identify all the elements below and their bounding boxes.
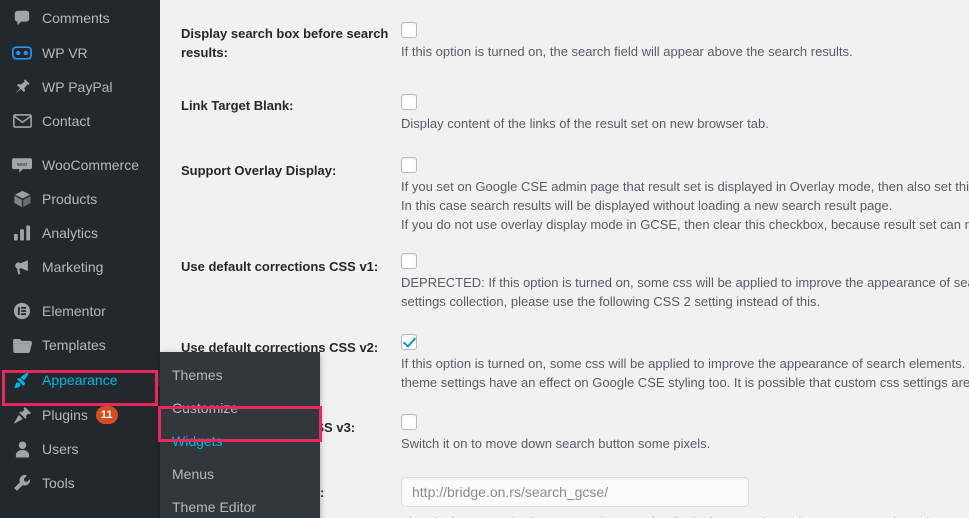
setting-description: Display content of the links of the resu… xyxy=(401,115,969,134)
setting-field: If you set on Google CSE admin page that… xyxy=(401,157,969,235)
setting-description: If this option is turned on, some css wi… xyxy=(401,355,969,393)
paintbrush-icon xyxy=(10,370,34,390)
sidebar-item-label: Appearance xyxy=(42,372,118,388)
submenu-item-widgets[interactable]: Widgets xyxy=(160,425,320,458)
submenu-item-customize[interactable]: Customize xyxy=(160,392,320,425)
desc-line: If you set on Google CSE admin page that… xyxy=(401,179,969,194)
bar-chart-icon xyxy=(10,223,34,243)
sidebar-item-marketing[interactable]: Marketing xyxy=(0,250,160,284)
setting-label: Use default corrections CSS v1: xyxy=(181,259,379,274)
setting-description: The plugin automatically generated a pag… xyxy=(401,514,969,518)
sidebar-item-comments[interactable]: Comments xyxy=(0,0,160,36)
sidebar-item-label: WooCommerce xyxy=(42,157,139,173)
megaphone-icon xyxy=(10,257,34,277)
sidebar-separator xyxy=(0,138,160,148)
desc-line: The plugin automatically generated a pag… xyxy=(401,514,969,518)
setting-label: Display search box before search results… xyxy=(181,26,389,60)
sidebar-item-tools[interactable]: Tools xyxy=(0,466,160,500)
sidebar-item-wp-vr[interactable]: WP VR xyxy=(0,36,160,70)
sidebar-item-label: WP PayPal xyxy=(42,79,113,95)
sidebar-item-label: Analytics xyxy=(42,225,99,241)
submenu-item-label: Customize xyxy=(172,400,239,416)
sidebar-item-plugins[interactable]: Plugins 11 xyxy=(0,398,160,432)
sidebar-item-contact[interactable]: Contact xyxy=(0,104,160,138)
user-icon xyxy=(10,439,34,459)
submenu-item-menus[interactable]: Menus xyxy=(160,458,320,491)
svg-text:woo: woo xyxy=(16,161,27,167)
envelope-icon xyxy=(10,111,34,131)
setting-label: Link Target Blank: xyxy=(181,98,294,113)
sidebar-item-wp-paypal[interactable]: WP PayPal xyxy=(0,70,160,104)
checkbox-css-v2[interactable] xyxy=(401,334,417,350)
sidebar-item-label: Products xyxy=(42,191,98,207)
comments-icon xyxy=(10,8,34,28)
sidebar-item-woocommerce[interactable]: woo WooCommerce xyxy=(0,148,160,182)
submenu-item-themes[interactable]: Themes xyxy=(160,359,320,392)
sidebar-item-label: WP VR xyxy=(42,45,88,61)
sidebar-item-elementor[interactable]: Elementor xyxy=(0,294,160,328)
desc-line: theme settings have an effect on Google … xyxy=(401,374,969,390)
wordpress-admin-screen: Display search box before search results… xyxy=(0,0,969,518)
folder-icon xyxy=(10,335,34,355)
setting-description: Switch it on to move down search button … xyxy=(401,435,969,454)
submenu-item-label: Menus xyxy=(172,466,215,482)
setting-field: DEPRECTED: If this option is turned on, … xyxy=(401,253,969,312)
submenu-item-label: Theme Editor xyxy=(172,499,257,515)
search-results-page-url-input[interactable] xyxy=(401,477,749,507)
sidebar-item-label: Users xyxy=(42,441,79,457)
appearance-submenu-flyout: Themes Customize Widgets Menus Theme Edi… xyxy=(160,352,320,518)
sidebar-item-label: Elementor xyxy=(42,303,106,319)
sidebar-item-label: Templates xyxy=(42,337,106,353)
admin-sidebar: Comments WP VR WP PayPal Contact woo Woo… xyxy=(0,0,161,518)
sidebar-item-label: Comments xyxy=(42,10,110,26)
sidebar-item-label: Plugins xyxy=(42,407,88,423)
desc-line: Switch it on to move down search button … xyxy=(401,436,711,451)
woocommerce-icon: woo xyxy=(10,155,34,175)
sidebar-item-users[interactable]: Users xyxy=(0,432,160,466)
checkbox-css-v3[interactable] xyxy=(401,414,417,430)
checkbox-css-v1[interactable] xyxy=(401,253,417,269)
sidebar-item-label: Contact xyxy=(42,113,91,129)
sidebar-item-label: Tools xyxy=(42,475,75,491)
submenu-item-theme-editor[interactable]: Theme Editor xyxy=(160,491,320,518)
setting-field: The plugin automatically generated a pag… xyxy=(401,477,969,518)
setting-field: If this option is turned on, the search … xyxy=(401,22,969,62)
desc-line: In this case search results will be disp… xyxy=(401,197,893,213)
setting-label: Support Overlay Display: xyxy=(181,163,337,178)
submenu-item-label: Themes xyxy=(172,367,223,383)
setting-field: Switch it on to move down search button … xyxy=(401,414,969,454)
desc-line: settings collection, please use the foll… xyxy=(401,293,821,309)
sidebar-item-products[interactable]: Products xyxy=(0,182,160,216)
pin-icon xyxy=(10,77,34,97)
sidebar-item-analytics[interactable]: Analytics xyxy=(0,216,160,250)
setting-label: : xyxy=(320,485,325,500)
wrench-icon xyxy=(10,473,34,493)
plug-icon xyxy=(10,405,34,425)
submenu-item-label: Widgets xyxy=(172,433,223,449)
setting-description: DEPRECTED: If this option is turned on, … xyxy=(401,274,969,312)
checkbox-link-target-blank[interactable] xyxy=(401,94,417,110)
box-icon xyxy=(10,189,34,209)
plugins-update-badge: 11 xyxy=(95,406,118,424)
checkbox-display-search-box[interactable] xyxy=(401,22,417,38)
sidebar-item-appearance[interactable]: Appearance xyxy=(0,362,161,398)
desc-line: DEPRECTED: If this option is turned on, … xyxy=(401,275,969,290)
setting-description: If you set on Google CSE admin page that… xyxy=(401,178,969,235)
sidebar-item-label: Marketing xyxy=(42,259,104,275)
sidebar-separator xyxy=(0,284,160,294)
desc-line: If you do not use overlay display mode i… xyxy=(401,216,969,232)
setting-field: If this option is turned on, some css wi… xyxy=(401,334,969,393)
desc-line: If this option is turned on, the search … xyxy=(401,44,853,59)
desc-line: Display content of the links of the resu… xyxy=(401,116,769,131)
vr-goggles-icon xyxy=(10,43,34,63)
elementor-icon xyxy=(10,301,34,321)
setting-description: If this option is turned on, the search … xyxy=(401,43,969,62)
desc-line: If this option is turned on, some css wi… xyxy=(401,356,966,371)
checkbox-support-overlay-display[interactable] xyxy=(401,157,417,173)
sidebar-item-templates[interactable]: Templates xyxy=(0,328,160,362)
setting-field: Display content of the links of the resu… xyxy=(401,94,969,134)
